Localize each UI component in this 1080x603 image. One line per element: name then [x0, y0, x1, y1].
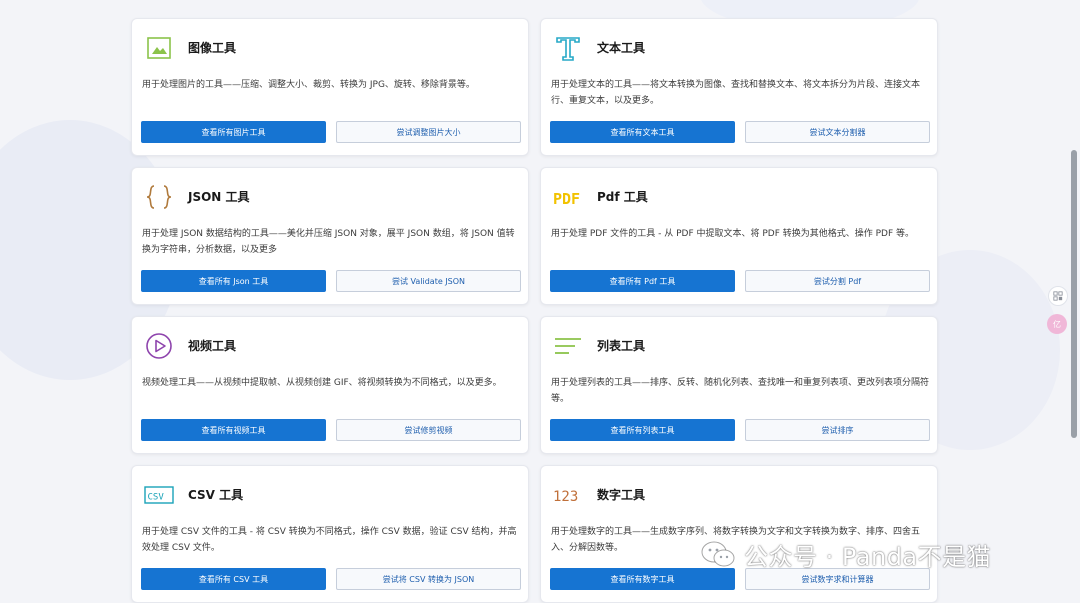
image-icon: [144, 33, 174, 63]
card-description: 用于处理列表的工具——排序、反转、随机化列表、查找唯一和重复列表项、更改列表项分…: [551, 378, 930, 404]
json-braces-icon: [144, 182, 174, 212]
number-icon: 123: [553, 480, 583, 510]
card-title: 数字工具: [597, 488, 646, 502]
try-resize-image-button[interactable]: 尝试调整图片大小: [336, 121, 521, 143]
tool-card-pdf: PDF Pdf 工具 用于处理 PDF 文件的工具 - 从 PDF 中提取文本、…: [540, 167, 938, 305]
card-title: JSON 工具: [188, 190, 250, 204]
try-text-splitter-button[interactable]: 尝试文本分割器: [745, 121, 930, 143]
csv-icon: CSV: [144, 480, 174, 510]
card-description: 视频处理工具——从视频中提取帧、从视频创建 GIF、将视频转换为不同格式，以及更…: [142, 378, 502, 388]
try-trim-video-button[interactable]: 尝试修剪视频: [336, 419, 521, 441]
card-title: Pdf 工具: [597, 190, 648, 204]
number-icon-text: 123: [553, 489, 578, 505]
try-split-pdf-button[interactable]: 尝试分割 Pdf: [745, 270, 930, 292]
card-description: 用于处理 JSON 数据结构的工具——美化并压缩 JSON 对象，展平 JSON…: [142, 229, 515, 255]
view-all-pdf-tools-button[interactable]: 查看所有 Pdf 工具: [550, 270, 735, 292]
view-all-json-tools-button[interactable]: 查看所有 Json 工具: [141, 270, 326, 292]
view-all-csv-tools-button[interactable]: 查看所有 CSV 工具: [141, 568, 326, 590]
watermark: 公众号 · Panda不是猫: [700, 538, 992, 571]
avatar-icon[interactable]: 亿: [1047, 314, 1067, 334]
card-title: 视频工具: [188, 339, 237, 353]
card-title: 图像工具: [188, 41, 237, 55]
view-all-number-tools-button[interactable]: 查看所有数字工具: [550, 568, 735, 590]
video-play-icon: [144, 331, 174, 361]
card-title: 列表工具: [597, 339, 646, 353]
tool-card-json: JSON 工具 用于处理 JSON 数据结构的工具——美化并压缩 JSON 对象…: [131, 167, 529, 305]
view-all-video-tools-button[interactable]: 查看所有视频工具: [141, 419, 326, 441]
card-description: 用于处理 CSV 文件的工具 - 将 CSV 转换为不同格式，操作 CSV 数据…: [142, 527, 517, 553]
card-description: 用于处理图片的工具——压缩、调整大小、裁剪、转换为 JPG、旋转、移除背景等。: [142, 80, 475, 90]
card-description: 用于处理文本的工具——将文本转换为图像、查找和替换文本、将文本拆分为片段、连接文…: [551, 80, 921, 106]
card-title: CSV 工具: [188, 488, 244, 502]
watermark-text: 公众号 · Panda不是猫: [744, 542, 992, 571]
wechat-icon: [700, 539, 736, 569]
tool-card-video: 视频工具 视频处理工具——从视频中提取帧、从视频创建 GIF、将视频转换为不同格…: [131, 316, 529, 454]
try-csv-to-json-button[interactable]: 尝试将 CSV 转换为 JSON: [336, 568, 521, 590]
csv-icon-text: CSV: [148, 493, 165, 503]
list-icon: [553, 331, 583, 361]
tool-card-number: 123 数字工具 用于处理数字的工具——生成数字序列、将数字转换为文字和文字转换…: [540, 465, 938, 603]
qr-grid-icon[interactable]: [1048, 286, 1068, 306]
try-sort-button[interactable]: 尝试排序: [745, 419, 930, 441]
text-icon: [553, 33, 583, 63]
pdf-icon: PDF: [553, 182, 583, 212]
tool-card-csv: CSV CSV 工具 用于处理 CSV 文件的工具 - 将 CSV 转换为不同格…: [131, 465, 529, 603]
tool-card-list: 列表工具 用于处理列表的工具——排序、反转、随机化列表、查找唯一和重复列表项、更…: [540, 316, 938, 454]
view-all-list-tools-button[interactable]: 查看所有列表工具: [550, 419, 735, 441]
pdf-icon-text: PDF: [553, 190, 580, 208]
card-title: 文本工具: [597, 41, 646, 55]
scrollbar-thumb[interactable]: [1071, 150, 1077, 438]
try-validate-json-button[interactable]: 尝试 Validate JSON: [336, 270, 521, 292]
tool-card-text: 文本工具 用于处理文本的工具——将文本转换为图像、查找和替换文本、将文本拆分为片…: [540, 18, 938, 156]
view-all-text-tools-button[interactable]: 查看所有文本工具: [550, 121, 735, 143]
view-all-image-tools-button[interactable]: 查看所有图片工具: [141, 121, 326, 143]
card-description: 用于处理 PDF 文件的工具 - 从 PDF 中提取文本、将 PDF 转换为其他…: [551, 229, 914, 239]
tool-card-image: 图像工具 用于处理图片的工具——压缩、调整大小、裁剪、转换为 JPG、旋转、移除…: [131, 18, 529, 156]
